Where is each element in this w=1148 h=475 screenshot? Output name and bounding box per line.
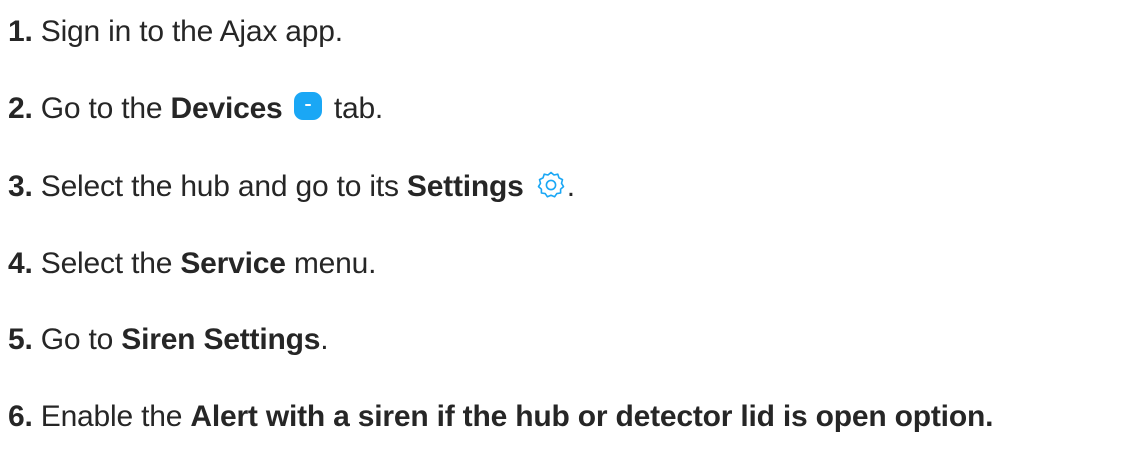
gear-icon xyxy=(535,169,567,201)
step-text: . xyxy=(566,170,575,203)
service-label: Service xyxy=(180,247,286,280)
step-text: Enable the xyxy=(40,400,191,433)
step-number: 1. xyxy=(8,15,33,48)
step-number: 6. xyxy=(8,400,33,433)
step-6: 6. Enable the Alert with a siren if the … xyxy=(8,399,993,435)
step-5: 5. Go to Siren Settings. xyxy=(8,322,329,358)
step-number: 2. xyxy=(8,92,33,125)
step-text: Sign in to the Ajax app. xyxy=(40,15,343,48)
siren-settings-label: Siren Settings xyxy=(121,323,321,356)
step-1: 1. Sign in to the Ajax app. xyxy=(8,14,343,50)
step-number: 3. xyxy=(8,170,33,203)
step-2: 2. Go to the Devices tab. xyxy=(8,91,383,127)
step-number: 4. xyxy=(8,247,33,280)
step-text: Go to xyxy=(40,323,122,356)
step-text: Select the xyxy=(40,247,181,280)
devices-icon xyxy=(293,91,323,121)
step-text: tab. xyxy=(325,92,384,125)
step-text: . xyxy=(320,323,329,356)
step-text: menu. xyxy=(285,247,377,280)
step-3: 3. Select the hub and go to its Settings… xyxy=(8,169,575,205)
step-number: 5. xyxy=(8,323,33,356)
step-text: Go to the xyxy=(40,92,171,125)
step-text: Select the hub and go to its xyxy=(40,170,407,203)
alert-option-label: Alert with a siren if the hub or detecto… xyxy=(190,400,994,433)
settings-label: Settings xyxy=(406,170,524,203)
step-4: 4. Select the Service menu. xyxy=(8,246,376,282)
devices-label: Devices xyxy=(170,92,283,125)
